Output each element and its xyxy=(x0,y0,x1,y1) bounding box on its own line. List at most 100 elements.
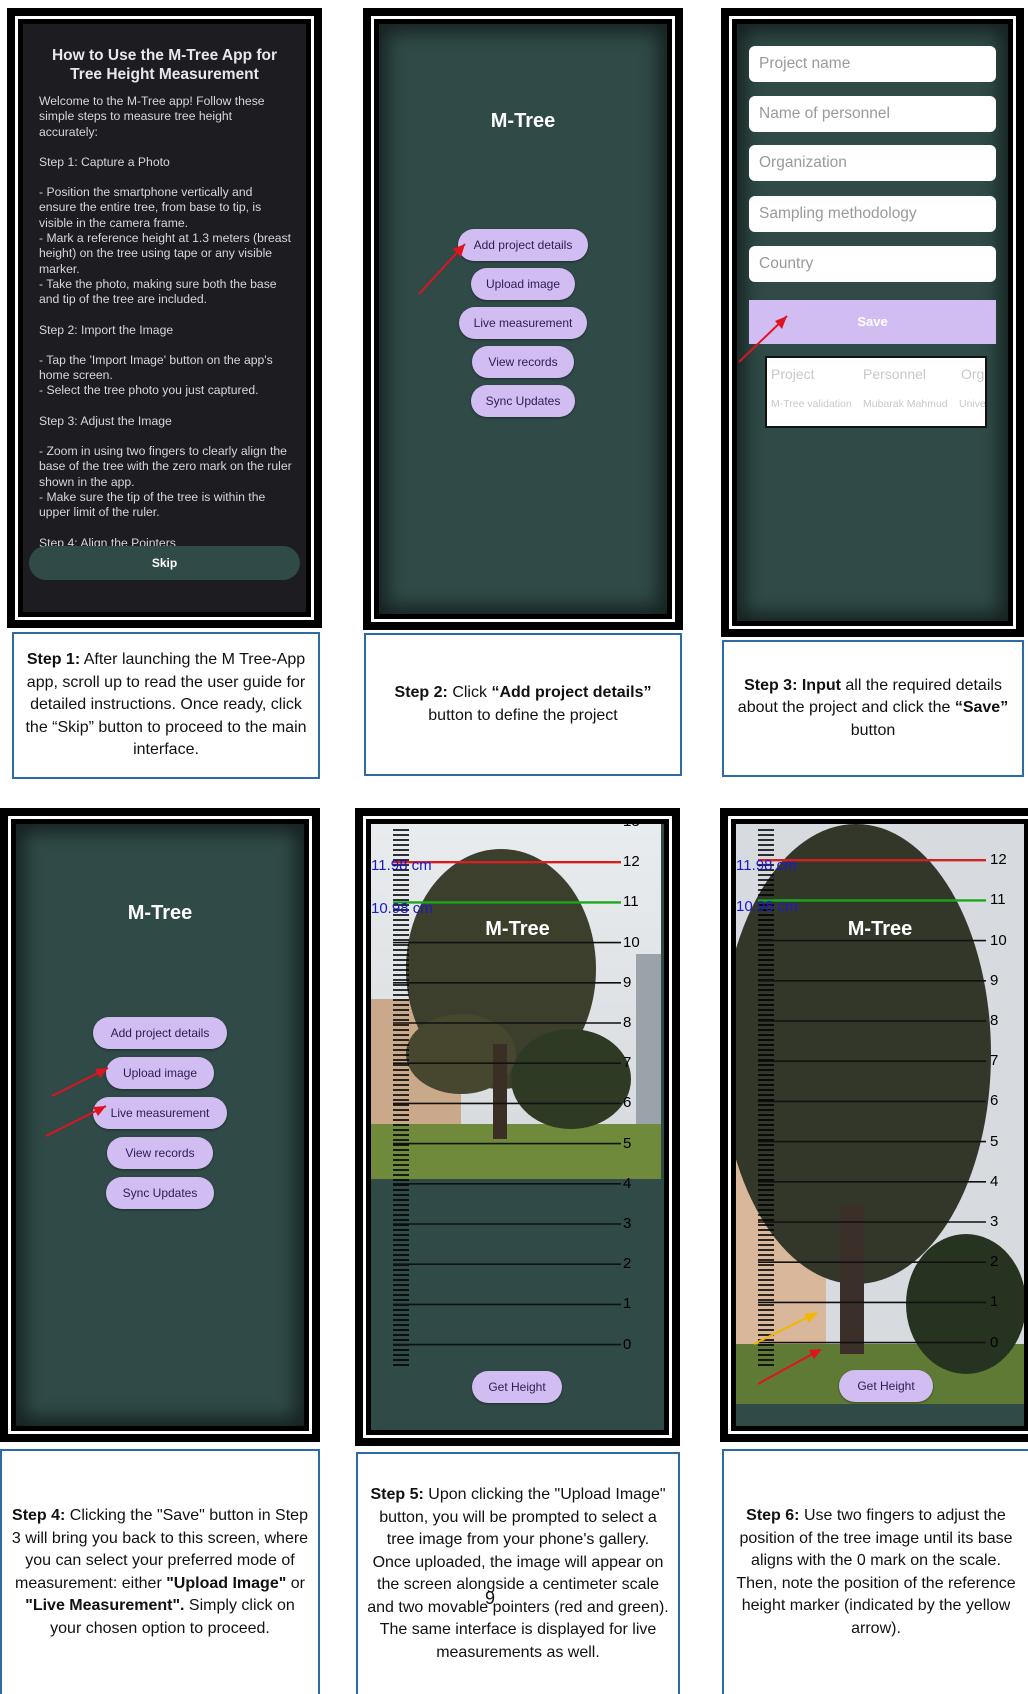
scale-number: 1 xyxy=(623,1295,632,1313)
phone-measure-step5: M-Tree 11.98 cm 10.98 cm Get Height 1312… xyxy=(355,808,680,1446)
scale-number: 3 xyxy=(623,1215,632,1232)
guide-paragraph: - Position the smartphone vertically and… xyxy=(39,185,291,307)
guide-title: How to Use the M-Tree App for Tree Heigh… xyxy=(51,47,278,83)
phone-frame: M-Tree Add project details Upload image … xyxy=(371,16,675,622)
red-pointer-label[interactable]: 11.98 cm xyxy=(736,857,797,874)
caption-bold: “Add project details” xyxy=(491,684,652,701)
caption-text: Upon clicking the "Upload Image" button,… xyxy=(367,1486,669,1661)
scale-number: 7 xyxy=(990,1052,999,1070)
records-header: Project xyxy=(771,366,815,382)
records-header: Personnel xyxy=(863,366,927,382)
scale-number: 1 xyxy=(990,1293,999,1311)
app-title: M-Tree xyxy=(847,918,913,940)
scale-number: 12 xyxy=(990,851,1007,869)
upload-image-button[interactable]: Upload image xyxy=(106,1057,214,1089)
get-height-button[interactable]: Get Height xyxy=(839,1370,933,1402)
phone-home-step4: M-Tree Add project details Upload image … xyxy=(0,808,320,1442)
scale-number: 9 xyxy=(623,973,632,991)
caption-bold: “Save” xyxy=(954,699,1009,717)
scale-number: 9 xyxy=(990,971,999,989)
records-cell: Univer xyxy=(959,398,987,410)
phone-frame: M-Tree 11.98 cm 10.98 cm Get Height 1312… xyxy=(728,816,1028,1434)
scale-number: 11 xyxy=(623,893,639,911)
skip-button[interactable]: Skip xyxy=(29,546,300,580)
phone-frame: How to Use the M-Tree App for Tree Heigh… xyxy=(15,16,314,620)
sync-updates-button[interactable]: Sync Updates xyxy=(471,385,575,417)
page-number: 9 xyxy=(485,1588,496,1608)
records-cell: Mubarak Mahmud xyxy=(863,398,948,410)
green-pointer-label[interactable]: 10.98 cm xyxy=(736,898,798,915)
caption-text: Click xyxy=(447,684,492,701)
green-pointer-label[interactable]: 10.98 cm xyxy=(371,900,433,917)
red-arrow-icon xyxy=(418,243,466,295)
caption-text: Use two fingers to adjust the position o… xyxy=(736,1507,1016,1637)
guide-paragraph: - Zoom in using two fingers to clearly a… xyxy=(39,444,292,520)
upload-image-button[interactable]: Upload image xyxy=(471,268,575,300)
scale-number: 2 xyxy=(623,1255,632,1273)
caption-bold: Step 6: xyxy=(746,1507,800,1524)
phone-frame: M-Tree Add project details Upload image … xyxy=(8,816,312,1434)
app-title: M-Tree xyxy=(127,902,193,924)
personnel-name-field[interactable]: Name of personnel xyxy=(749,96,996,132)
scale-number: 7 xyxy=(623,1054,632,1072)
live-measurement-button[interactable]: Live measurement xyxy=(93,1097,227,1129)
scale-number: 8 xyxy=(623,1014,632,1031)
scale-number: 8 xyxy=(990,1012,999,1029)
caption-text: button to define the project xyxy=(428,706,618,724)
guide-paragraph: Step 1: Capture a Photo xyxy=(39,154,170,169)
view-records-button[interactable]: View records xyxy=(472,346,574,378)
caption-step3: Step 3: Input all the required details a… xyxy=(722,640,1024,777)
project-name-field[interactable]: Project name xyxy=(749,46,996,82)
red-arrow-icon xyxy=(45,1105,107,1137)
add-project-details-button[interactable]: Add project details xyxy=(458,229,588,261)
caption-step6: Step 6: Use two fingers to adjust the po… xyxy=(722,1449,1028,1694)
phone-measure-step6: M-Tree 11.98 cm 10.98 cm Get Height 1312… xyxy=(720,808,1028,1442)
caption-text: button xyxy=(850,721,896,739)
scale-number: 5 xyxy=(990,1132,999,1150)
organization-field[interactable]: Organization xyxy=(749,145,996,181)
scale-number: 13 xyxy=(990,824,1007,828)
scale-number: 11 xyxy=(990,891,1006,909)
caption-bold: "Upload Image" xyxy=(166,1574,287,1592)
caption-step1: Step 1: After launching the M Tree-App a… xyxy=(12,632,320,779)
caption-bold: "Live Measurement". xyxy=(25,1597,185,1614)
live-measurement-button[interactable]: Live measurement xyxy=(459,307,587,339)
scale-number: 2 xyxy=(990,1253,999,1271)
add-project-details-button[interactable]: Add project details xyxy=(93,1017,227,1049)
sync-updates-button[interactable]: Sync Updates xyxy=(106,1177,214,1209)
scale-number: 6 xyxy=(990,1092,999,1110)
scale-number: 10 xyxy=(623,933,640,951)
yellow-arrowhead-icon xyxy=(804,1312,818,1323)
scale-number: 0 xyxy=(623,1335,632,1353)
phone-frame: Project name Name of personnel Organizat… xyxy=(729,16,1016,629)
form-screen: Project name Name of personnel Organizat… xyxy=(737,24,1008,621)
caption-bold: Step 1: xyxy=(26,651,81,669)
phone-frame: M-Tree 11.98 cm 10.98 cm Get Height 1312… xyxy=(363,816,672,1438)
get-height-button[interactable]: Get Height xyxy=(472,1371,562,1403)
phone-guide: How to Use the M-Tree App for Tree Heigh… xyxy=(7,8,322,628)
scale-number: 3 xyxy=(990,1213,999,1230)
phone-home-step2: M-Tree Add project details Upload image … xyxy=(363,8,683,630)
sampling-methodology-field[interactable]: Sampling methodology xyxy=(749,196,996,232)
guide-paragraph: Welcome to the M-Tree app! Follow these … xyxy=(39,94,265,139)
home-screen: M-Tree Add project details Upload image … xyxy=(16,824,304,1426)
records-table[interactable]: Project Personnel Org M-Tree validation … xyxy=(765,356,987,428)
guide-screen: How to Use the M-Tree App for Tree Heigh… xyxy=(23,24,306,612)
red-arrow-icon xyxy=(738,315,788,363)
app-title: M-Tree xyxy=(490,110,556,132)
country-field[interactable]: Country xyxy=(749,246,996,282)
caption-step5: Step 5: Upon clicking the "Upload Image"… xyxy=(356,1452,680,1694)
save-button[interactable]: Save xyxy=(749,300,996,344)
scale-number: 4 xyxy=(623,1174,632,1192)
scale-number: 10 xyxy=(990,931,1007,949)
app-title: M-Tree xyxy=(485,918,550,940)
red-arrow-icon xyxy=(757,1351,817,1385)
red-pointer-label[interactable]: 11.98 cm xyxy=(371,857,432,874)
caption-step2: Step 2: Click “Add project details” butt… xyxy=(364,633,682,776)
guide-paragraph: Step 2: Import the Image xyxy=(39,322,174,337)
view-records-button[interactable]: View records xyxy=(107,1137,213,1169)
caption-bold: Step 2: xyxy=(394,684,448,701)
scale-number: 6 xyxy=(623,1094,632,1112)
measure-screen: M-Tree 11.98 cm 10.98 cm Get Height 1312… xyxy=(736,824,1024,1426)
records-header: Org xyxy=(961,366,985,382)
